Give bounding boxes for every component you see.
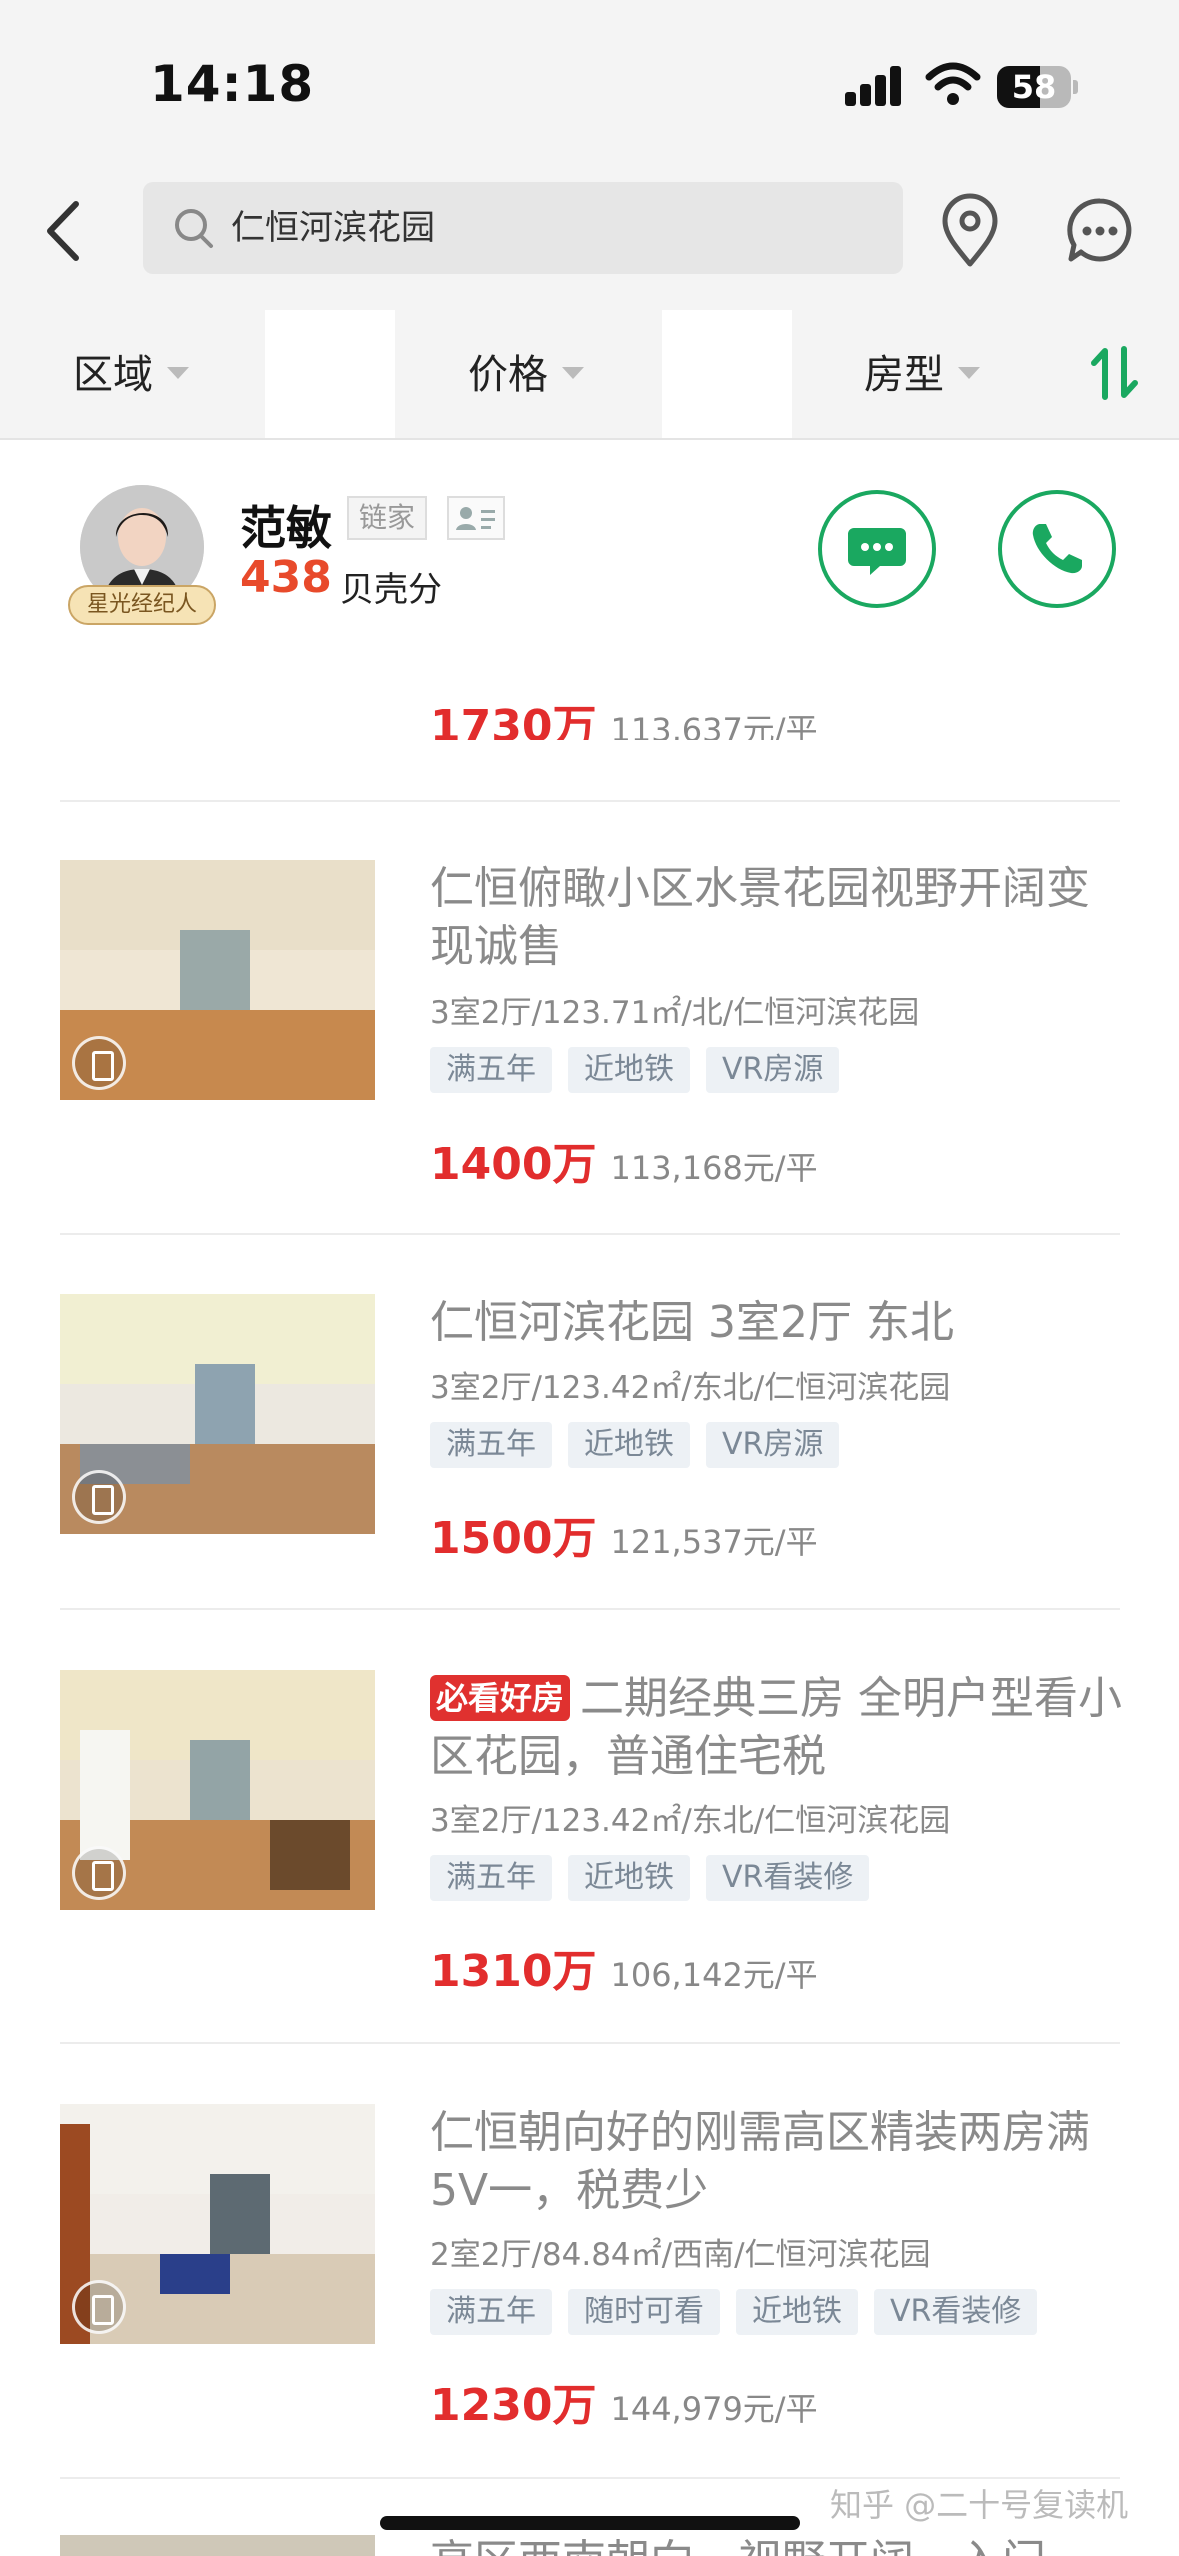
agent-score-label: 贝壳分 [340, 570, 442, 610]
listing-tag: 随时可看 [568, 2289, 720, 2335]
listing-price-row: 1230万 144,979元/平 [430, 2369, 818, 2433]
listing-tag: 近地铁 [568, 1855, 690, 1901]
filter-layout-label: 房型 [864, 352, 944, 398]
search-input[interactable]: 仁恒河滨花园 [143, 182, 903, 274]
listing-tag: VR看装修 [706, 1855, 870, 1901]
agent-card[interactable]: 星光经纪人 范敏 链家 438 贝壳分 [0, 440, 1179, 650]
phone-icon [1032, 524, 1082, 574]
divider [60, 800, 1120, 802]
dropdown-arrow-icon [167, 367, 189, 379]
search-header: 仁恒河滨花园 [0, 170, 1179, 295]
filter-bar: 区域 价格 房型 [0, 295, 1179, 440]
dropdown-arrow-icon [958, 367, 980, 379]
status-time: 14:18 [150, 55, 315, 113]
listing-total-price: 1500万 [430, 1513, 597, 1564]
location-pin-icon[interactable] [935, 190, 1005, 270]
filter-gap [662, 310, 792, 438]
listing-card[interactable]: 仁恒俯瞰小区水景花园视野开阔变现诚售 3室2厅/123.71㎡/北/仁恒河滨花园… [0, 860, 1179, 1290]
listing-tags: 满五年 随时可看 近地铁 VR看装修 [430, 2289, 1053, 2335]
divider [60, 1233, 1120, 1235]
listing-thumbnail[interactable] [60, 1294, 375, 1534]
listing-price-row: 1400万 113,168元/平 [430, 1128, 818, 1192]
star-agent-badge: 星光经纪人 [68, 585, 216, 625]
listing-total-price: 1230万 [430, 2380, 597, 2431]
listing-card[interactable]: 仁恒朝向好的刚需高区精装两房满5V一，税费少 2室2厅/84.84㎡/西南/仁恒… [0, 2104, 1179, 2534]
vr-icon [72, 1470, 126, 1524]
home-indicator[interactable] [380, 2516, 800, 2530]
must-see-badge: 必看好房 [430, 1675, 571, 1721]
listing-tag: VR看装修 [874, 2289, 1038, 2335]
listing-info: 2室2厅/84.84㎡/西南/仁恒河滨花园 [430, 2237, 931, 2273]
listing-unit-price: 106,142元/平 [610, 1956, 818, 1994]
listing-tag: 近地铁 [736, 2289, 858, 2335]
listing-price-row: 1500万 121,537元/平 [430, 1502, 818, 1566]
filter-price[interactable]: 价格 [468, 295, 584, 438]
divider [60, 1608, 1120, 1610]
filter-area-label: 区域 [73, 352, 153, 398]
listing-tag: 满五年 [430, 1855, 552, 1901]
listing-unit-price: 121,537元/平 [610, 1523, 818, 1561]
listing-thumbnail[interactable] [60, 1670, 375, 1910]
listing-total-price: 1310万 [430, 1946, 597, 1997]
business-card-icon[interactable] [447, 496, 505, 540]
call-agent-button[interactable] [998, 490, 1116, 608]
watermark: 知乎 @二十号复读机 [830, 2486, 1129, 2524]
divider [60, 2042, 1120, 2044]
chat-bubble-icon [848, 528, 906, 575]
listing-thumbnail[interactable] [60, 2535, 375, 2556]
listing-tag: 满五年 [430, 1422, 552, 1468]
chat-agent-button[interactable] [818, 490, 936, 608]
agent-score: 438 [240, 552, 332, 603]
vr-icon [72, 1036, 126, 1090]
vr-icon [72, 1846, 126, 1900]
filter-layout[interactable]: 房型 [864, 295, 980, 438]
status-bar: 14:18 58 [0, 0, 1179, 170]
battery-icon: 58 [997, 66, 1078, 108]
agent-name: 范敏 [240, 501, 332, 555]
vr-icon [72, 2280, 126, 2334]
listing-price-row: 1310万 106,142元/平 [430, 1935, 818, 1999]
listing-tag: VR房源 [706, 1422, 840, 1468]
listing-unit-price: 113,168元/平 [610, 1149, 818, 1187]
listing-total-price: 1730万 [430, 701, 597, 740]
divider [60, 2477, 1120, 2479]
listing-tag: 近地铁 [568, 1047, 690, 1093]
dropdown-arrow-icon [562, 367, 584, 379]
listing-tag: 满五年 [430, 1047, 552, 1093]
listing-thumbnail[interactable] [60, 2104, 375, 2344]
agent-company-badge: 链家 [347, 496, 428, 540]
listing-info: 3室2厅/123.42㎡/东北/仁恒河滨花园 [430, 1803, 951, 1839]
listing-title: 仁恒俯瞰小区水景花园视野开阔变现诚售 [430, 863, 1090, 972]
filter-price-label: 价格 [468, 352, 548, 398]
back-button[interactable] [36, 196, 96, 266]
battery-level: 58 [1011, 68, 1057, 106]
listing-tag: 近地铁 [568, 1422, 690, 1468]
message-icon[interactable] [1065, 195, 1135, 265]
search-icon [175, 209, 213, 248]
listing-total-price: 1400万 [430, 1139, 597, 1190]
sort-icon[interactable] [1090, 345, 1140, 401]
listing-thumbnail[interactable] [60, 860, 375, 1100]
listing-title: 仁恒河滨花园 3室2厅 东北 [430, 1297, 954, 1348]
listing-card[interactable]: 必看好房 二期经典三房 全明户型看小区花园，普通住宅税 3室2厅/123.42㎡/… [0, 1670, 1179, 2100]
listing-unit-price: 113,637元/平 [610, 711, 818, 740]
wifi-icon [925, 62, 981, 105]
listing-tags: 满五年 近地铁 VR看装修 [430, 1855, 885, 1901]
listing-info: 3室2厅/123.71㎡/北/仁恒河滨花园 [430, 995, 920, 1031]
page: 14:18 58 仁恒河滨花园 区域 价格 房型 星光经纪人 范敏 链家 438… [0, 0, 1179, 2556]
listing-tags: 满五年 近地铁 VR房源 [430, 1047, 855, 1093]
search-query: 仁恒河滨花园 [231, 208, 435, 248]
listing-title: 必看好房 二期经典三房 全明户型看小区花园，普通住宅税 [430, 1673, 1123, 1782]
listing-unit-price: 144,979元/平 [610, 2390, 818, 2428]
listing-title: 仁恒朝向好的刚需高区精装两房满5V一，税费少 [430, 2107, 1090, 2216]
filter-gap [265, 310, 395, 438]
listing-tag: 满五年 [430, 2289, 552, 2335]
listing-tags: 满五年 近地铁 VR房源 [430, 1422, 855, 1468]
filter-area[interactable]: 区域 [73, 295, 189, 438]
partial-listing-price-row: 1730万 113,637元/平 [430, 690, 818, 740]
listing-info: 3室2厅/123.42㎡/东北/仁恒河滨花园 [430, 1370, 951, 1406]
cellular-signal-icon [845, 66, 903, 106]
listing-card[interactable]: 仁恒河滨花园 3室2厅 东北 3室2厅/123.42㎡/东北/仁恒河滨花园 满五… [0, 1294, 1179, 1724]
listing-tag: VR房源 [706, 1047, 840, 1093]
